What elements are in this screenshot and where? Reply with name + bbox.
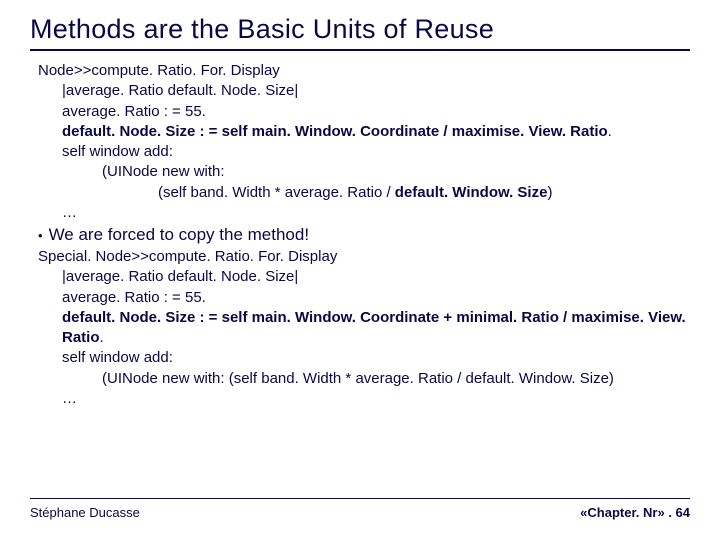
slide-title: Methods are the Basic Units of Reuse — [30, 14, 690, 45]
code-text: (self band. Width * average. Ratio / — [158, 184, 395, 201]
code-bold: default. Node. Size : = self main. Windo… — [62, 309, 686, 346]
code-line: average. Ratio : = 55. — [38, 102, 690, 122]
code-line: (UINode new with: — [38, 162, 690, 182]
code-line: default. Node. Size : = self main. Windo… — [38, 308, 690, 349]
title-underline — [30, 49, 690, 51]
code-block-2: Special. Node>>compute. Ratio. For. Disp… — [30, 247, 690, 409]
code-text: . — [608, 123, 612, 140]
code-text: . — [100, 329, 104, 346]
code-line: (self band. Width * average. Ratio / def… — [38, 183, 690, 203]
code-line: Node>>compute. Ratio. For. Display — [38, 61, 690, 81]
code-bold: default. Node. Size : = self main. Windo… — [62, 123, 608, 140]
code-line: average. Ratio : = 55. — [38, 288, 690, 308]
code-block-1: Node>>compute. Ratio. For. Display |aver… — [30, 61, 690, 223]
code-line: |average. Ratio default. Node. Size| — [38, 267, 690, 287]
footer-author: Stéphane Ducasse — [30, 505, 140, 520]
slide-footer: Stéphane Ducasse «Chapter. Nr» . 64 — [30, 498, 690, 520]
footer-row: Stéphane Ducasse «Chapter. Nr» . 64 — [30, 505, 690, 520]
code-line: Special. Node>>compute. Ratio. For. Disp… — [38, 247, 690, 267]
code-line: self window add: — [38, 142, 690, 162]
bullet-text: We are forced to copy the method! — [49, 225, 310, 244]
code-line: default. Node. Size : = self main. Windo… — [38, 122, 690, 142]
code-line: … — [38, 389, 690, 409]
code-bold: default. Window. Size — [395, 184, 548, 201]
bullet-dot-icon: • — [38, 228, 43, 243]
code-line: self window add: — [38, 348, 690, 368]
code-line: (UINode new with: (self band. Width * av… — [38, 369, 690, 389]
code-line: |average. Ratio default. Node. Size| — [38, 81, 690, 101]
code-line: … — [38, 203, 690, 223]
bullet-line: • We are forced to copy the method! — [30, 225, 690, 245]
footer-chapter: «Chapter. Nr» . 64 — [580, 505, 690, 520]
footer-divider — [30, 498, 690, 499]
code-text: ) — [547, 184, 552, 201]
